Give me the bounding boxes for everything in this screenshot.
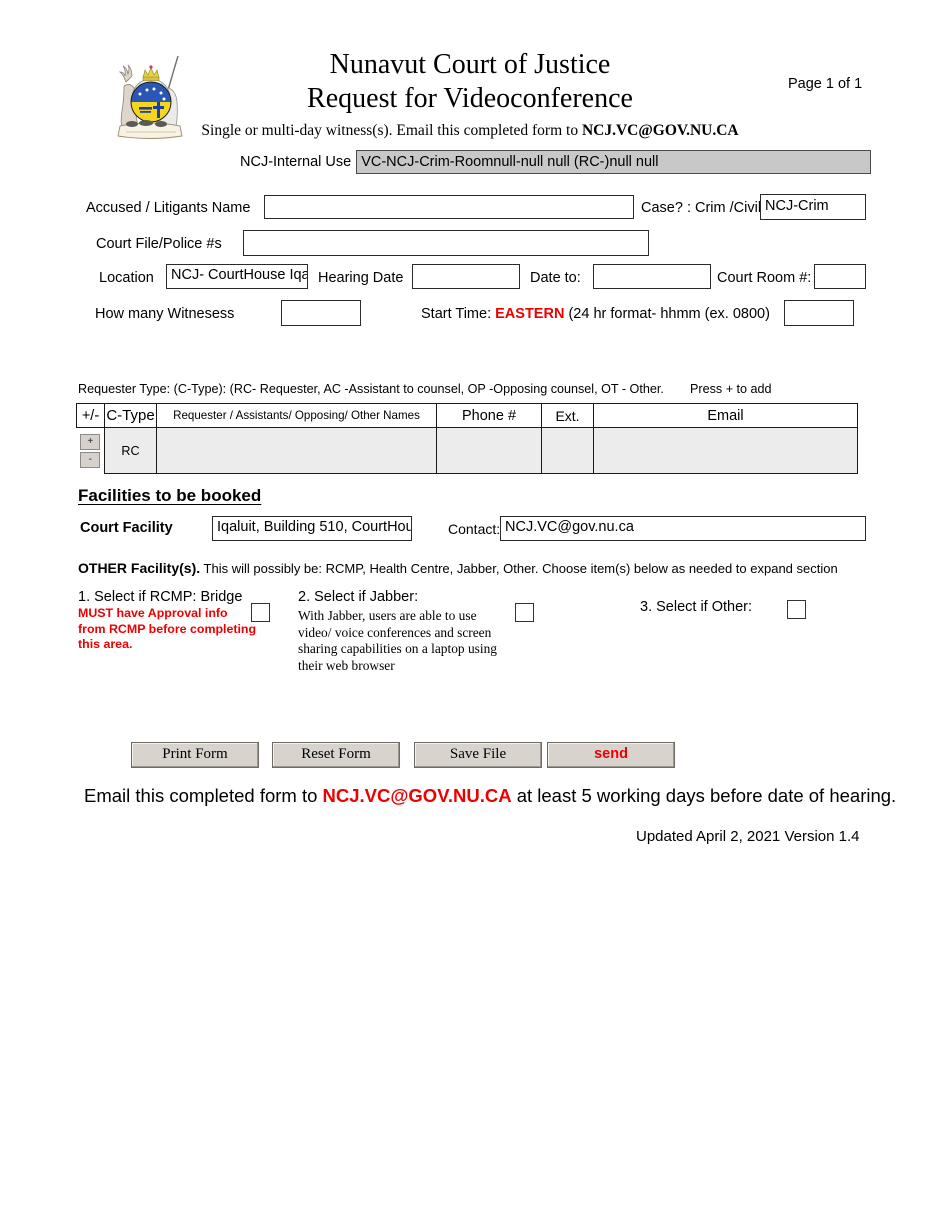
option-rcmp-warning: MUST have Approval info from RCMP before… xyxy=(78,606,257,651)
document-title: Nunavut Court of Justice Request for Vid… xyxy=(190,48,750,140)
row-names-cell[interactable] xyxy=(156,427,437,474)
other-facilities-rest: This will possibly be: RCMP, Health Cent… xyxy=(200,561,838,576)
start-time-text: Start Time: xyxy=(421,306,492,322)
option-other-heading: 3. Select if Other: xyxy=(640,599,753,615)
hearing-date-input[interactable] xyxy=(412,264,520,289)
add-row-button[interactable]: + xyxy=(80,433,101,450)
accused-name-input[interactable] xyxy=(264,195,634,219)
contact-input[interactable]: NCJ.VC@gov.nu.ca xyxy=(500,516,866,541)
court-room-label: Court Room #: xyxy=(717,270,812,286)
contact-label: Contact: xyxy=(448,521,501,537)
start-time-timezone: EASTERN xyxy=(495,306,565,322)
option-jabber-checkbox[interactable] xyxy=(515,603,534,622)
footer-instruction: Email this completed form to NCJ.VC@GOV.… xyxy=(84,785,896,807)
row-phone-cell[interactable] xyxy=(436,427,542,474)
row-controls-cell: + - xyxy=(76,427,105,474)
column-header-ctype: C-Type xyxy=(104,403,157,428)
court-room-input[interactable] xyxy=(814,264,866,289)
column-header-phone: Phone # xyxy=(436,403,542,428)
table-header-row: +/- C-Type Requester / Assistants/ Oppos… xyxy=(76,403,858,428)
court-file-label: Court File/Police #s xyxy=(96,236,222,252)
remove-row-button[interactable]: - xyxy=(80,451,101,468)
subtitle-text: Single or multi-day witness(s). Email th… xyxy=(201,122,582,139)
witness-count-label: How many Witnesess xyxy=(95,306,235,322)
form-page: Nunavut Court of Justice Request for Vid… xyxy=(0,0,950,1230)
column-header-names: Requester / Assistants/ Opposing/ Other … xyxy=(156,403,437,428)
date-to-input[interactable] xyxy=(593,264,711,289)
internal-use-field[interactable]: VC-NCJ-Crim-Roomnull-null null (RC-)null… xyxy=(356,150,872,174)
court-facility-input[interactable]: Iqaluit, Building 510, CourtHouse xyxy=(212,516,412,541)
location-label: Location xyxy=(99,270,154,286)
page-indicator: Page 1 of 1 xyxy=(788,76,863,92)
start-time-input[interactable] xyxy=(784,300,854,326)
hearing-date-label: Hearing Date xyxy=(318,270,404,286)
document-subtitle: Single or multi-day witness(s). Email th… xyxy=(190,122,750,140)
footer-text-after: at least 5 working days before date of h… xyxy=(511,785,897,806)
print-form-button[interactable]: Print Form xyxy=(131,742,259,768)
title-line-1: Nunavut Court of Justice xyxy=(329,49,611,80)
case-type-input[interactable]: NCJ-Crim xyxy=(760,194,866,220)
press-plus-hint: Press + to add xyxy=(690,382,772,396)
witness-count-input[interactable] xyxy=(281,300,361,326)
start-time-format-hint: (24 hr format- hhmm (ex. 0800) xyxy=(568,306,770,322)
option-jabber-description: With Jabber, users are able to use video… xyxy=(298,608,497,673)
requester-table: +/- C-Type Requester / Assistants/ Oppos… xyxy=(76,403,858,474)
other-facilities-bold: OTHER Facility(s). xyxy=(78,560,201,576)
row-email-cell[interactable] xyxy=(593,427,858,474)
date-to-label: Date to: xyxy=(530,270,581,286)
version-stamp: Updated April 2, 2021 Version 1.4 xyxy=(636,828,860,845)
court-file-input[interactable] xyxy=(243,230,649,256)
send-button[interactable]: send xyxy=(547,742,675,768)
column-header-email: Email xyxy=(593,403,858,428)
internal-use-label: NCJ-Internal Use xyxy=(240,154,352,170)
internal-use-row: NCJ-Internal Use VC-NCJ-Crim-Roomnull-nu… xyxy=(240,150,872,174)
nunavut-coat-of-arms-icon xyxy=(106,50,194,146)
footer-email: NCJ.VC@GOV.NU.CA xyxy=(322,785,512,806)
row-ctype-cell[interactable]: RC xyxy=(104,427,157,474)
footer-text-before: Email this completed form to xyxy=(84,785,323,806)
option-rcmp-heading: 1. Select if RCMP: Bridge xyxy=(78,589,243,605)
reset-form-button[interactable]: Reset Form xyxy=(272,742,400,768)
option-other-checkbox[interactable] xyxy=(787,600,806,619)
start-time-label: Start Time: EASTERN (24 hr format- hhmm … xyxy=(421,306,770,322)
save-file-button[interactable]: Save File xyxy=(414,742,542,768)
title-line-2: Request for Videoconference xyxy=(307,83,633,114)
other-facilities-note: OTHER Facility(s). This will possibly be… xyxy=(78,560,838,576)
court-facility-label: Court Facility xyxy=(80,520,173,536)
location-input[interactable]: NCJ- CourtHouse Iqaluit xyxy=(166,264,308,289)
table-row: + - RC xyxy=(76,427,858,474)
requester-type-legend: Requester Type: (C-Type): (RC- Requester… xyxy=(78,382,664,396)
row-ext-cell[interactable] xyxy=(541,427,594,474)
subtitle-email: NCJ.VC@GOV.NU.CA xyxy=(581,122,739,139)
column-header-plusminus: +/- xyxy=(76,403,105,428)
accused-name-label: Accused / Litigants Name xyxy=(86,200,251,216)
facilities-heading: Facilities to be booked xyxy=(78,486,262,505)
case-type-label: Case? : Crim /Civil xyxy=(641,200,762,216)
column-header-ext: Ext. xyxy=(541,403,594,428)
option-jabber-heading: 2. Select if Jabber: xyxy=(298,589,419,605)
option-rcmp-checkbox[interactable] xyxy=(251,603,270,622)
